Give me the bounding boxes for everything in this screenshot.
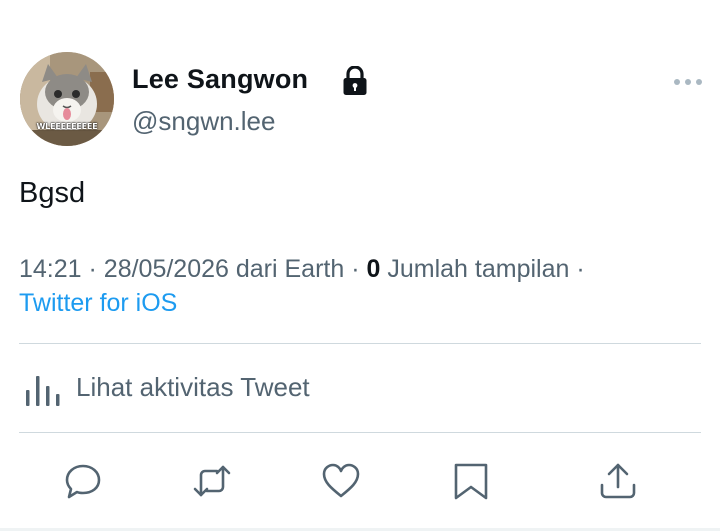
bookmark-icon[interactable]: [451, 461, 491, 501]
meta-separator: ·: [576, 255, 585, 283]
meta-separator: ·: [351, 255, 360, 283]
share-icon[interactable]: [598, 461, 638, 501]
meta-separator: ·: [88, 255, 97, 283]
views-count: 0: [366, 255, 381, 283]
tweet-time[interactable]: 14:21: [19, 255, 82, 283]
view-activity-link[interactable]: Lihat aktivitas Tweet: [76, 372, 310, 403]
tweet-meta: 14:21 · 28/05/2026 dari Earth · 0 Jumlah…: [19, 255, 585, 284]
tweet-text: Bgsd: [19, 177, 86, 209]
display-name[interactable]: Lee Sangwon: [132, 64, 308, 95]
heart-icon[interactable]: [321, 461, 361, 501]
retweet-icon[interactable]: [192, 461, 232, 501]
user-handle[interactable]: @sngwn.lee: [132, 106, 275, 137]
views-label: Jumlah tampilan: [387, 255, 570, 283]
avatar[interactable]: WLEEEEEEEEE: [20, 52, 114, 146]
tweet-date[interactable]: 28/05/2026: [104, 255, 229, 283]
more-options-icon[interactable]: [672, 72, 704, 92]
tweet-source-link[interactable]: Twitter for iOS: [19, 289, 177, 318]
bar-chart-icon[interactable]: [24, 370, 62, 408]
divider: [19, 432, 701, 433]
tweet-location: dari Earth: [235, 255, 345, 283]
reply-icon[interactable]: [63, 461, 103, 501]
lock-icon: [343, 66, 367, 95]
divider: [19, 343, 701, 344]
cat-photo: [20, 52, 114, 146]
avatar-caption: WLEEEEEEEEE: [36, 122, 98, 131]
